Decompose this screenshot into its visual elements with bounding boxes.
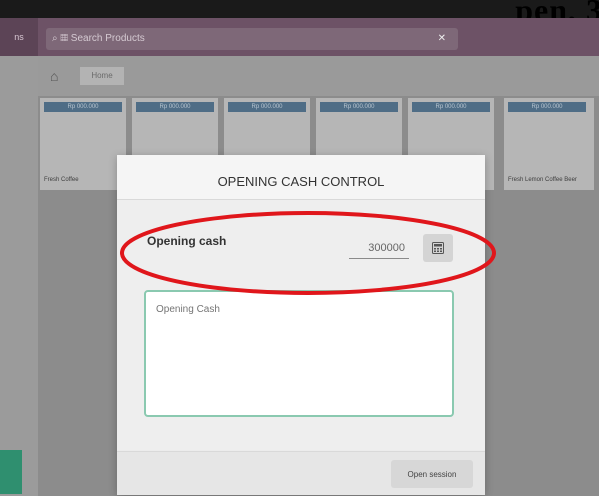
opening-cash-notes[interactable]	[144, 290, 454, 417]
price-tag: Rp 000.000	[228, 102, 306, 112]
price-tag: Rp 000.000	[412, 102, 490, 112]
breadcrumb: ⌂ Home	[38, 56, 599, 96]
home-icon[interactable]: ⌂	[50, 68, 58, 84]
nav-left-label[interactable]: ns	[0, 18, 38, 56]
product-name: Fresh Lemon Coffee Beer	[508, 177, 577, 183]
calculator-button[interactable]	[423, 234, 453, 262]
product-card[interactable]: Rp 000.000 Fresh Lemon Coffee Beer	[504, 98, 594, 190]
search-placeholder: Search Products	[70, 33, 145, 44]
breadcrumb-home[interactable]: Home	[80, 67, 124, 85]
opening-cash-input[interactable]	[349, 237, 409, 259]
payment-button[interactable]	[0, 450, 22, 494]
barcode-icon: ▦	[60, 33, 69, 44]
opening-cash-label: Opening cash	[147, 234, 227, 248]
calculator-icon	[432, 242, 444, 254]
modal-title: OPENING CASH CONTROL	[117, 155, 485, 200]
price-tag: Rp 000.000	[508, 102, 586, 112]
product-name: Fresh Coffee	[44, 177, 79, 183]
cropped-heading-text: pen, 3	[515, 0, 599, 20]
product-card[interactable]: Rp 000.000 Fresh Coffee	[40, 98, 126, 190]
top-strip: pen, 3	[0, 0, 599, 20]
navbar: ns ⌕ ▦ Search Products ✕	[0, 18, 599, 56]
price-tag: Rp 000.000	[44, 102, 122, 112]
price-tag: Rp 000.000	[320, 102, 398, 112]
modal-body: Opening cash	[117, 200, 485, 450]
open-session-button[interactable]: Open session	[391, 460, 473, 488]
price-tag: Rp 000.000	[136, 102, 214, 112]
search-icon: ⌕	[52, 33, 58, 44]
modal-footer: Open session	[117, 451, 485, 495]
search-input[interactable]: ⌕ ▦ Search Products ✕	[46, 28, 458, 50]
close-icon[interactable]: ✕	[438, 28, 446, 50]
opening-cash-modal: OPENING CASH CONTROL Opening cash Open s…	[117, 155, 485, 495]
left-panel	[0, 56, 38, 496]
